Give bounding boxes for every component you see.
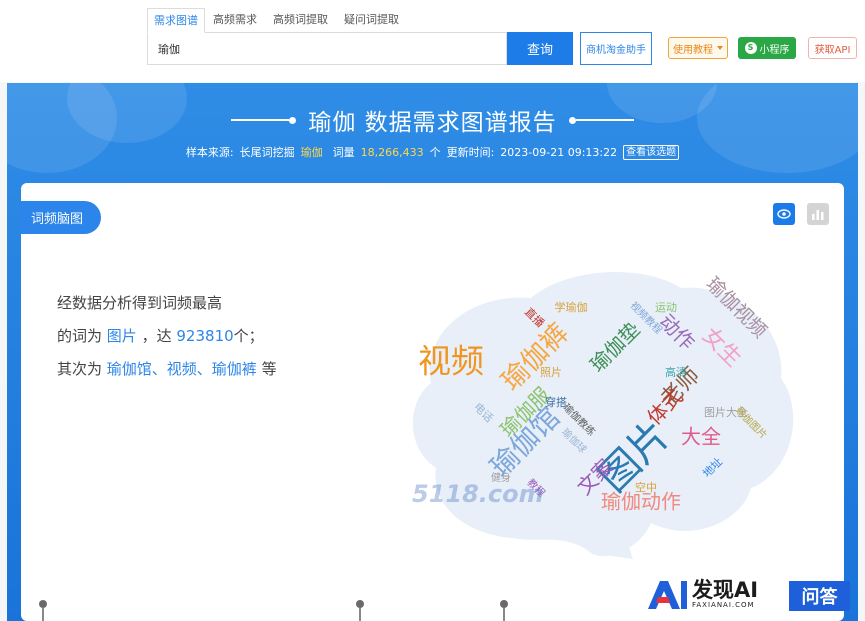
summary-suffix: 个； (233, 327, 264, 345)
top-count: 923810 (176, 327, 234, 345)
view-topic-button[interactable]: 查看该选题 (623, 144, 680, 160)
source-label: 样本来源: (185, 146, 234, 159)
brand-text: 发现AI FAXIANAI.COM (692, 579, 758, 609)
runner-up-words: 瑜伽馆、视频、瑜伽裤 (106, 360, 257, 378)
word-cloud-word: 学瑜伽 (555, 300, 588, 314)
miniprogram-icon: S (744, 42, 757, 54)
binder-pin (356, 600, 364, 621)
get-api-button[interactable]: 获取API (808, 37, 857, 59)
qa-badge: 问答 (789, 581, 850, 611)
summary-line-1: 经数据分析得到词频最高 (57, 294, 223, 312)
report-title: 瑜伽 数据需求图谱报告 (308, 110, 557, 136)
eye-icon[interactable] (773, 203, 795, 225)
report-title-row: 瑜伽 数据需求图谱报告 (7, 103, 858, 137)
search-button[interactable]: 查询 (507, 32, 573, 65)
bar-chart-icon[interactable] (807, 203, 829, 225)
summary-line-3: 其次为 瑜伽馆、视频、瑜伽裤 等 (57, 353, 277, 386)
count-value: 18,266,433 (360, 145, 424, 159)
title-decor-right (568, 116, 634, 124)
tab-high-frequency-demand[interactable]: 高频需求 (205, 8, 265, 33)
top-word: 图片 (106, 327, 137, 345)
updated-label: 更新时间: (446, 146, 495, 159)
brand-name: 发现AI (692, 578, 759, 602)
tutorial-label: 使用教程 (673, 44, 713, 56)
summary-prefix-2: 其次为 (57, 360, 103, 378)
word-cloud-word: 照片 (540, 366, 562, 379)
word-cloud-word: 运动 (655, 301, 677, 314)
word-frequency-card: 词频脑图 经数据分析得到词频最高 的词为 图片 ，达 923810个； 其次为 … (21, 183, 844, 621)
report-banner: 瑜伽 数据需求图谱报告 样本来源: 长尾词挖掘 瑜伽 词量 18,266,433… (7, 83, 858, 621)
source-value: 长尾词挖掘 (239, 146, 295, 159)
word-cloud-word: 大全 (681, 425, 721, 449)
card-label: 词频脑图 (21, 201, 101, 234)
opportunity-helper-button[interactable]: 商机淘金助手 (580, 32, 652, 65)
miniprogram-label: 小程序 (759, 44, 790, 56)
tutorial-dropdown[interactable]: 使用教程 (668, 37, 728, 59)
faxianai-logo-icon (648, 581, 687, 609)
tab-high-frequency-words[interactable]: 高频词提取 (265, 8, 336, 33)
summary-line-2: 的词为 图片 ，达 923810个； (57, 320, 277, 353)
tab-question-words[interactable]: 疑问词提取 (336, 8, 407, 33)
tab-demand-map[interactable]: 需求图谱 (147, 8, 205, 33)
search-panel: 需求图谱 高频需求 高频词提取 疑问词提取 查询 商机淘金助手 使用教程 S 小… (0, 0, 865, 82)
word-cloud-word: 空中 (635, 480, 657, 494)
search-tabs: 需求图谱 高频需求 高频词提取 疑问词提取 (147, 8, 407, 33)
faxianai-watermark: 发现AI FAXIANAI.COM (646, 577, 758, 611)
count-unit: 个 (429, 146, 441, 159)
source-keyword: 瑜伽 (300, 146, 323, 159)
binder-pin (500, 600, 508, 621)
miniprogram-button[interactable]: S 小程序 (738, 37, 796, 59)
summary-mid: ，达 (141, 327, 172, 345)
report-meta: 样本来源: 长尾词挖掘 瑜伽 词量 18,266,433 个 更新时间: 202… (7, 144, 858, 160)
word-cloud-word: 高清 (665, 365, 687, 379)
summary-prefix: 的词为 (57, 327, 103, 345)
binder-pin (39, 600, 47, 621)
summary-suffix-2: 等 (261, 360, 277, 378)
brand-domain: FAXIANAI.COM (692, 601, 755, 609)
search-input[interactable] (147, 32, 507, 65)
word-cloud: 图片瑜伽馆视频 瑜伽裤 瑜伽垫瑜伽服文案瑜伽动作大全老师体式女生动作 瑜伽视频照片穿搭… (412, 271, 794, 559)
title-decor-left (231, 116, 297, 124)
site-watermark: 5118.com (412, 480, 544, 508)
count-label: 词量 (332, 146, 355, 159)
updated-value: 2023-09-21 09:13:22 (500, 145, 618, 159)
chevron-down-icon (717, 46, 723, 50)
analysis-summary: 经数据分析得到词频最高 的词为 图片 ，达 923810个； 其次为 瑜伽馆、视… (57, 287, 277, 386)
word-cloud-word: 视频 (418, 342, 484, 381)
